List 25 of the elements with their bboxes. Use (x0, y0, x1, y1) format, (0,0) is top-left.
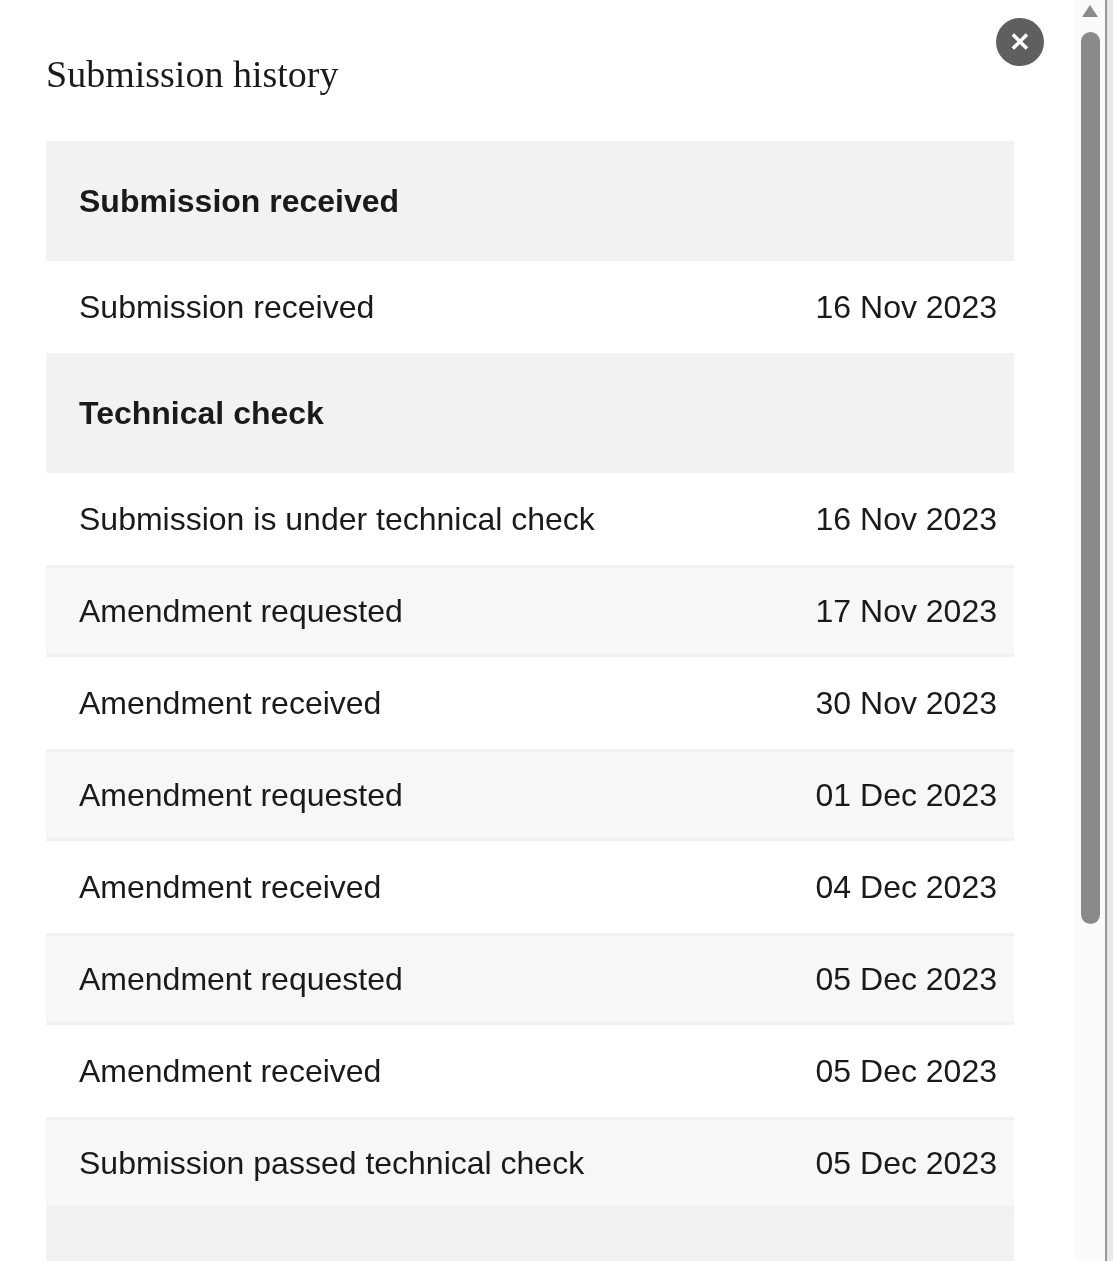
event-label: Amendment requested (79, 592, 403, 631)
event-label: Amendment received (79, 1052, 382, 1091)
event-date: 17 Nov 2023 (815, 592, 997, 631)
scroll-up-icon[interactable] (1081, 4, 1099, 18)
event-date: 01 Dec 2023 (815, 776, 997, 815)
scrollbar-thumb[interactable] (1080, 32, 1100, 924)
event-date: 16 Nov 2023 (815, 288, 997, 327)
event-date: 04 Dec 2023 (815, 868, 997, 907)
event-date: 05 Dec 2023 (815, 1052, 997, 1091)
event-date: 16 Nov 2023 (815, 500, 997, 539)
event-date: 05 Dec 2023 (815, 1144, 997, 1183)
event-label: Submission received (79, 288, 375, 327)
event-label: Amendment requested (79, 776, 403, 815)
event-label: Amendment received (79, 868, 382, 907)
section-title: Submission received (79, 182, 400, 221)
section-title: Technical check (79, 394, 324, 433)
dialog-title: Submission history (46, 52, 340, 97)
scrollbar[interactable] (1075, 0, 1105, 1261)
event-date: 05 Dec 2023 (815, 960, 997, 999)
event-label: Amendment received (79, 684, 382, 723)
event-label: Amendment requested (79, 960, 403, 999)
event-label: Submission passed technical check (79, 1144, 585, 1183)
event-date: 30 Nov 2023 (815, 684, 997, 723)
close-button[interactable]: ✕ (996, 18, 1044, 66)
event-label: Submission is under technical check (79, 500, 595, 539)
